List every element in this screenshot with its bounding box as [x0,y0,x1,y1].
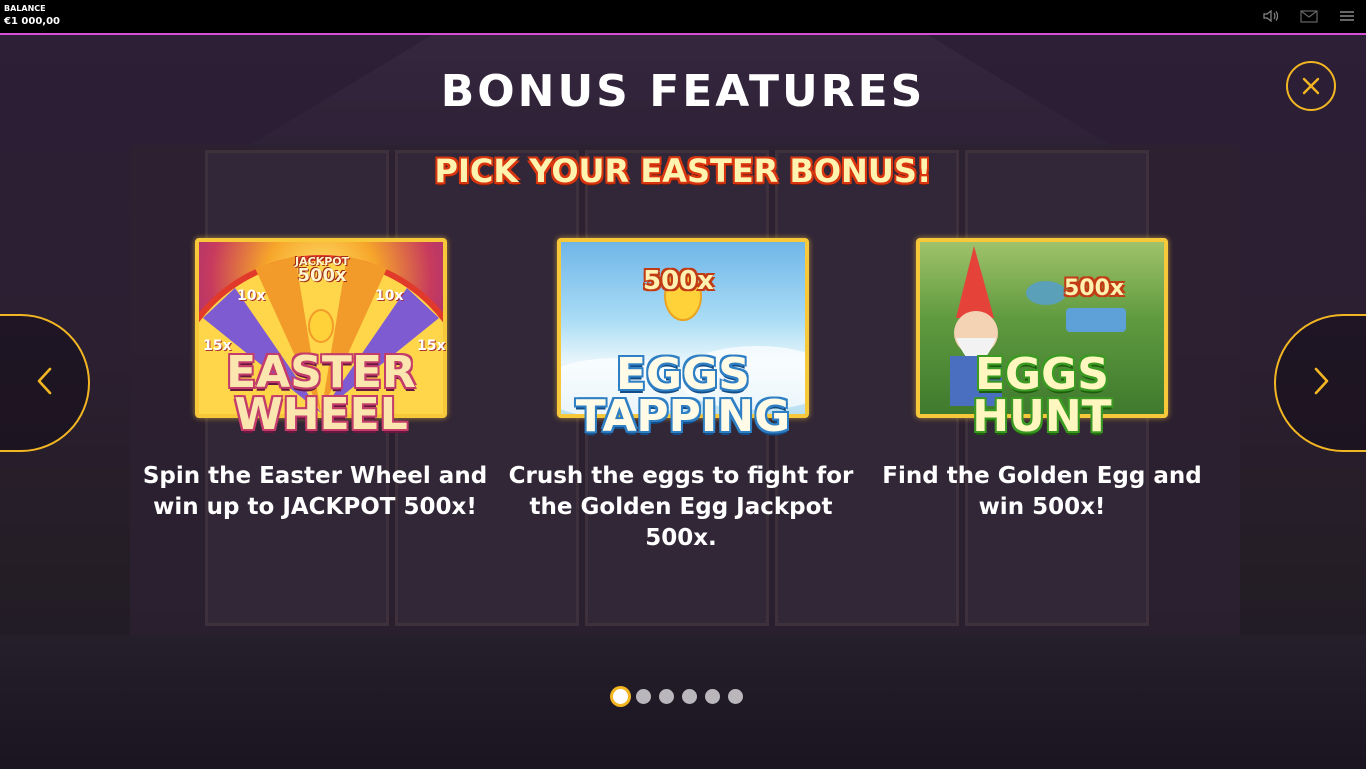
card-title-line: EGGS [975,349,1109,400]
top-bar: BALANCE €1 000,00 [0,0,1366,35]
jackpot-label: JACKPOT 500x [295,256,349,285]
menu-icon[interactable] [1338,8,1356,24]
chevron-right-icon [1314,367,1330,399]
card-title-line: TAPPING [575,390,791,442]
multiplier-label: 500x [643,266,715,296]
bonus-card-eggs-tapping: 500x EGGS TAPPING [557,238,809,438]
card-title-line: HUNT [972,390,1112,442]
eggs-tapping-description: Crush the eggs to fight for the Golden E… [508,463,854,551]
page-dot-5[interactable] [705,689,720,704]
bonus-card-eggs-hunt: 500x EGGS HUNT [916,238,1168,438]
page-title: BONUS FEATURES [440,66,926,117]
page-dot-4[interactable] [682,689,697,704]
close-icon [1302,77,1320,95]
multiplier-label: 500x [1064,276,1125,301]
eggs-tapping-title: EGGS TAPPING [551,349,815,442]
wheel-segment-label: 10x [237,288,266,304]
balance-value: €1 000,00 [4,16,60,27]
jackpot-value: 500x [297,265,347,286]
easter-wheel-description: Spin the Easter Wheel and win up to JACK… [142,463,488,520]
mail-icon[interactable] [1300,8,1318,24]
easter-wheel-title: EASTER WHEEL [189,347,453,440]
chevron-left-icon [36,367,52,399]
sound-icon[interactable] [1262,8,1280,24]
pagination-dots [613,689,743,704]
top-icons [1262,8,1356,24]
balance-label: BALANCE [4,4,46,13]
card-title-line: WHEEL [234,388,408,440]
page-dot-2[interactable] [636,689,651,704]
page-dot-1[interactable] [613,689,628,704]
close-button[interactable] [1286,61,1336,111]
card-title-line: EASTER [226,347,416,398]
card-title-line: EGGS [616,349,750,400]
page-subtitle: PICK YOUR EASTER BONUS! [434,152,932,190]
page-dot-3[interactable] [659,689,674,704]
eggs-hunt-title: EGGS HUNT [910,349,1174,442]
page-dot-6[interactable] [728,689,743,704]
wheel-segment-label: 10x [375,288,404,304]
bonus-card-easter-wheel: 10x 10x 15x 15x JACKPOT 500x EASTER WHEE… [195,238,447,436]
eggs-hunt-description: Find the Golden Egg and win 500x! [882,463,1202,520]
